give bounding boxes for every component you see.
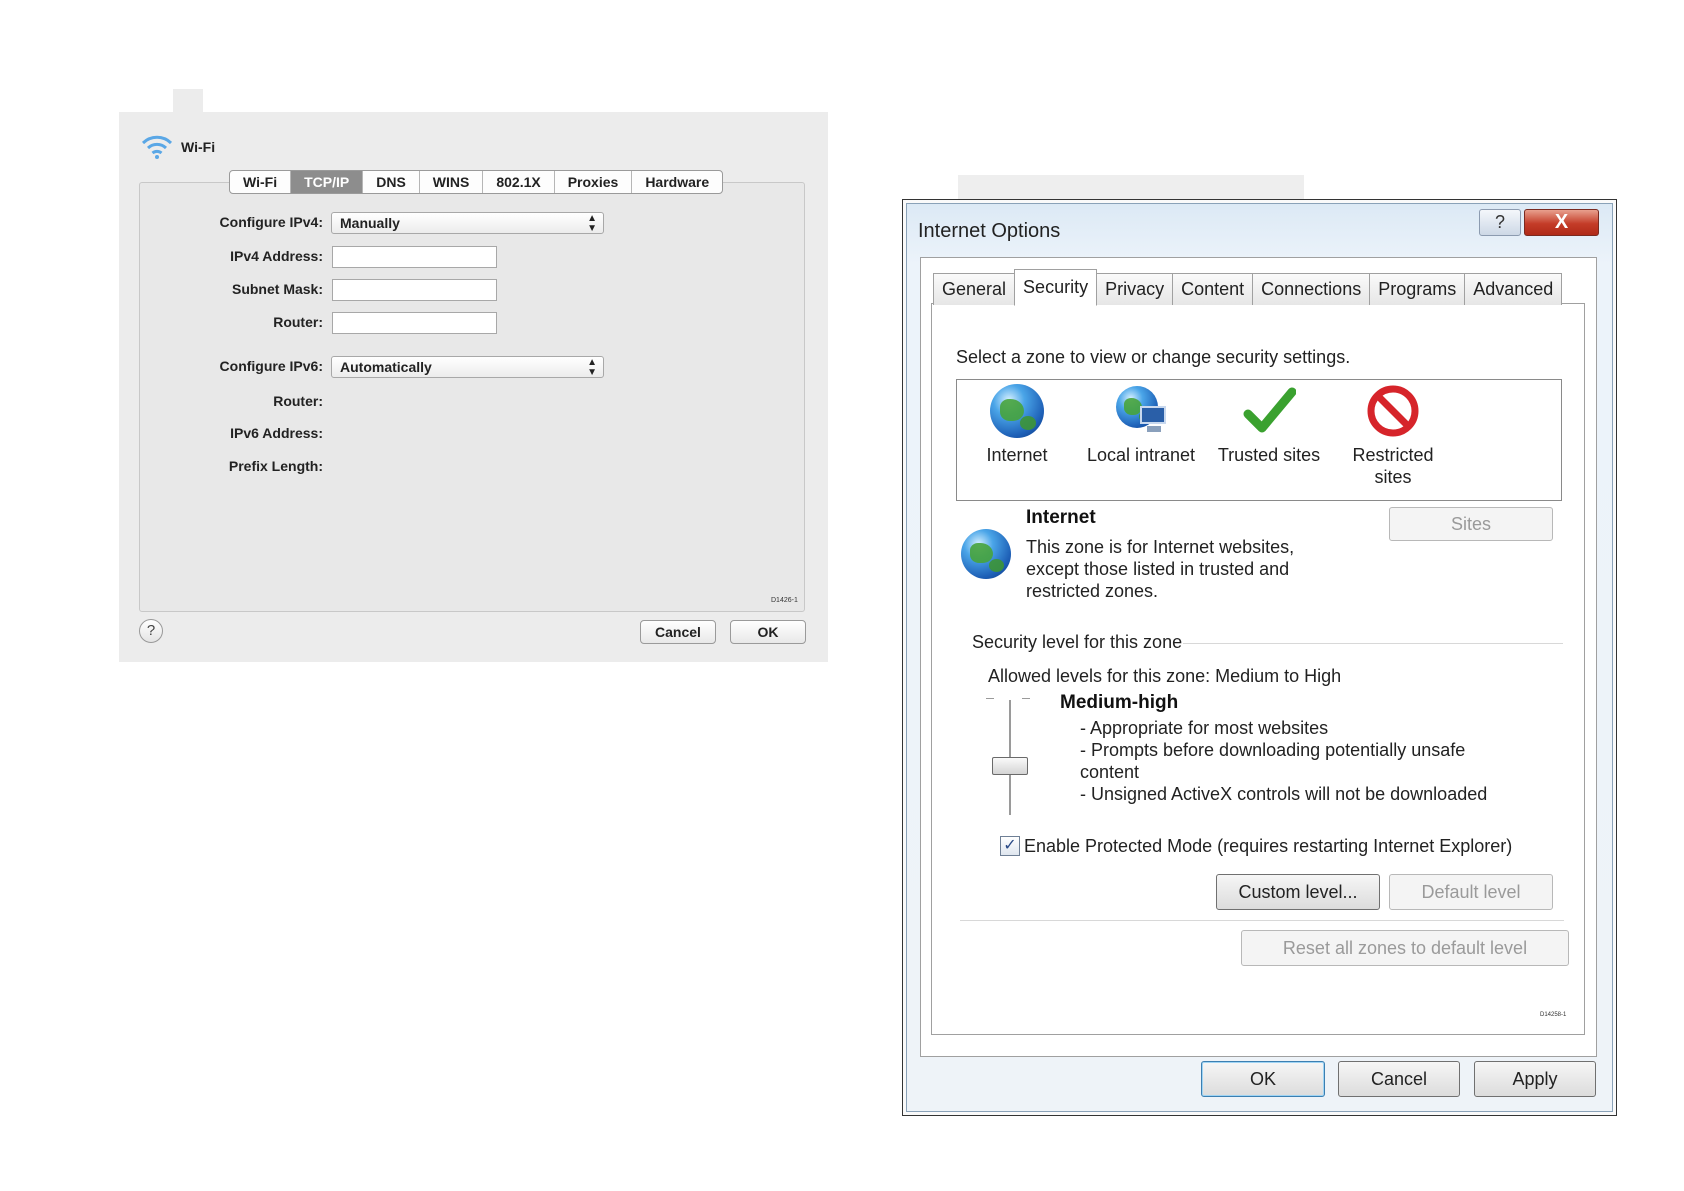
slider-tick [1022,698,1030,699]
mac-network-panel: Wi-Fi Configure IPv4: Manually ▲ ▼ IPv4 A… [119,112,828,662]
protected-mode-label: Enable Protected Mode (requires restarti… [1024,836,1513,856]
intranet-icon [1114,384,1168,438]
group-divider [960,920,1564,921]
tab-dns[interactable]: DNS [363,171,420,193]
tab-proxies[interactable]: Proxies [555,171,633,193]
router-input[interactable] [332,312,497,334]
dialog-title: Internet Options [918,220,1061,242]
zone-description-line: This zone is for Internet websites, [1026,537,1295,557]
router-ipv6-label: Router: [273,393,323,409]
panel-tab-stub [173,89,203,113]
configure-ipv4-select[interactable]: Manually ▲ ▼ [331,212,604,234]
tab-advanced[interactable]: Advanced [1464,273,1563,305]
slider-thumb[interactable] [992,757,1028,775]
zone-description-line: except those listed in trusted and [1026,559,1290,579]
dialog-top-strip [958,175,1304,199]
reset-all-zones-button[interactable]: Reset all zones to default level [1241,930,1569,966]
tab-security[interactable]: Security [1014,269,1098,306]
title-close-button[interactable]: X [1524,209,1599,236]
level-bullet: - Appropriate for most websites [1080,718,1329,738]
configure-ipv6-value: Automatically [340,359,432,375]
ipv4-address-label: IPv4 Address: [230,248,323,264]
monitor-icon [1140,406,1166,424]
tab-content[interactable]: Content [1172,273,1254,305]
dialog-tab-bar: General Security Privacy Content Connect… [933,269,1563,306]
level-bullet: - Prompts before downloading potentially… [1080,740,1466,760]
configure-ipv4-label: Configure IPv4: [219,214,323,230]
mac-panel-header: Wi-Fi [141,134,215,160]
help-button[interactable]: ? [139,619,163,643]
security-level-heading: Security level for this zone [972,632,1183,652]
wifi-icon [141,134,173,160]
subnet-mask-label: Subnet Mask: [231,281,323,297]
zone-label: Trusted sites [1217,445,1321,465]
zone-label: Restricted sites [1352,445,1434,487]
allowed-levels-text: Allowed levels for this zone: Medium to … [988,666,1342,686]
figure-code: D1426-1 [771,597,798,604]
select-arrows-icon: ▲ ▼ [587,213,597,234]
checkmark-icon [1242,384,1297,438]
level-bullet: - Unsigned ActiveX controls will not be … [1080,784,1488,804]
zone-label: Local intranet [1086,445,1196,465]
tab-wifi[interactable]: Wi-Fi [230,171,292,193]
mac-tab-bar: Wi-Fi TCP/IP DNS WINS 802.1X Proxies Har… [229,170,724,194]
tab-wins[interactable]: WINS [420,171,484,193]
zone-label: Internet [986,445,1048,465]
zone-list: Internet Local intranet Trusted sites Re… [956,379,1562,501]
restricted-icon [1366,384,1420,438]
select-arrows-icon: ▲ ▼ [587,357,597,378]
configure-ipv4-value: Manually [340,215,400,231]
tab-tcpip[interactable]: TCP/IP [291,171,364,193]
security-level-name: Medium-high [1060,692,1179,713]
subnet-mask-input[interactable] [332,279,497,301]
protected-mode-checkbox[interactable]: ✓ [1000,836,1020,856]
default-level-button[interactable]: Default level [1389,874,1553,910]
tab-hardware[interactable]: Hardware [632,171,722,193]
tab-programs[interactable]: Programs [1369,273,1466,305]
security-tab-page: Select a zone to view or change security… [931,303,1585,1035]
configure-ipv6-select[interactable]: Automatically ▲ ▼ [331,356,604,378]
tab-privacy[interactable]: Privacy [1096,273,1174,305]
zone-description-line: restricted zones. [1026,581,1159,601]
ok-button[interactable]: OK [730,620,806,644]
ipv4-address-input[interactable] [332,246,497,268]
zone-prompt: Select a zone to view or change security… [956,347,1351,367]
ok-button[interactable]: OK [1201,1061,1325,1097]
prefix-length-label: Prefix Length: [228,458,323,474]
mac-settings-box: Configure IPv4: Manually ▲ ▼ IPv4 Address… [139,182,805,612]
selected-zone-title: Internet [1026,507,1096,528]
tab-general[interactable]: General [933,273,1016,305]
mac-panel-title: Wi-Fi [181,139,216,155]
router-label: Router: [273,314,323,330]
ipv6-address-label: IPv6 Address: [230,425,323,441]
configure-ipv6-label: Configure IPv6: [219,358,323,374]
monitor-stand-icon [1147,426,1161,432]
tab-connections[interactable]: Connections [1252,273,1371,305]
apply-button[interactable]: Apply [1474,1061,1596,1097]
tab-8021x[interactable]: 802.1X [483,171,555,193]
figure-code: D14258-1 [1540,1012,1567,1018]
custom-level-button[interactable]: Custom level... [1216,874,1380,910]
internet-options-dialog: Internet Options ? X Select a zone to vi… [902,199,1617,1116]
cancel-button[interactable]: Cancel [640,620,716,644]
slider-tick [986,698,994,699]
sites-button[interactable]: Sites [1389,507,1553,541]
dialog-chrome: Internet Options ? X Select a zone to vi… [906,203,1613,1112]
group-divider [1183,643,1563,644]
cancel-button[interactable]: Cancel [1338,1061,1460,1097]
globe-icon [990,384,1044,438]
title-help-button[interactable]: ? [1479,209,1521,236]
level-bullet: content [1080,762,1140,782]
globe-icon [961,529,1011,579]
